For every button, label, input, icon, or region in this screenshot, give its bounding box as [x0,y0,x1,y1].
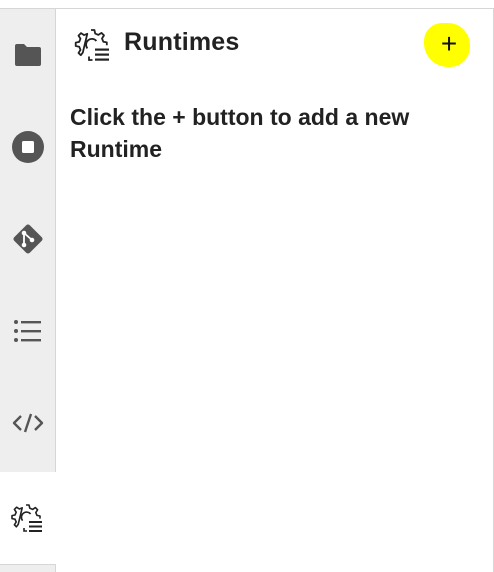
panel-header: Runtimes + [56,9,493,79]
runtimes-sidebar-window: Runtimes + Click the + button to add a n… [0,0,494,572]
git-icon [12,224,43,254]
stop-circle-icon [11,131,44,163]
panel-title: Runtimes [124,28,240,56]
activity-rail-bottom [0,564,56,572]
code-icon [12,413,43,433]
add-runtime-button[interactable]: + [424,23,470,67]
activity-table-of-contents[interactable] [0,285,55,377]
activity-running[interactable] [0,101,55,193]
activity-code-snippets[interactable] [0,377,55,469]
activity-file-browser[interactable] [0,9,55,101]
activity-bar [0,9,56,572]
folder-icon [14,44,41,66]
plus-icon: + [440,28,458,59]
list-icon [13,320,41,342]
activity-runtimes[interactable] [0,472,56,564]
empty-state-message: Click the + button to add a new Runtime [70,104,410,162]
runtimes-gear-icon [74,27,114,63]
runtimes-gear-icon [11,504,42,532]
activity-git[interactable] [0,193,55,285]
runtimes-panel: Runtimes + Click the + button to add a n… [56,9,493,572]
